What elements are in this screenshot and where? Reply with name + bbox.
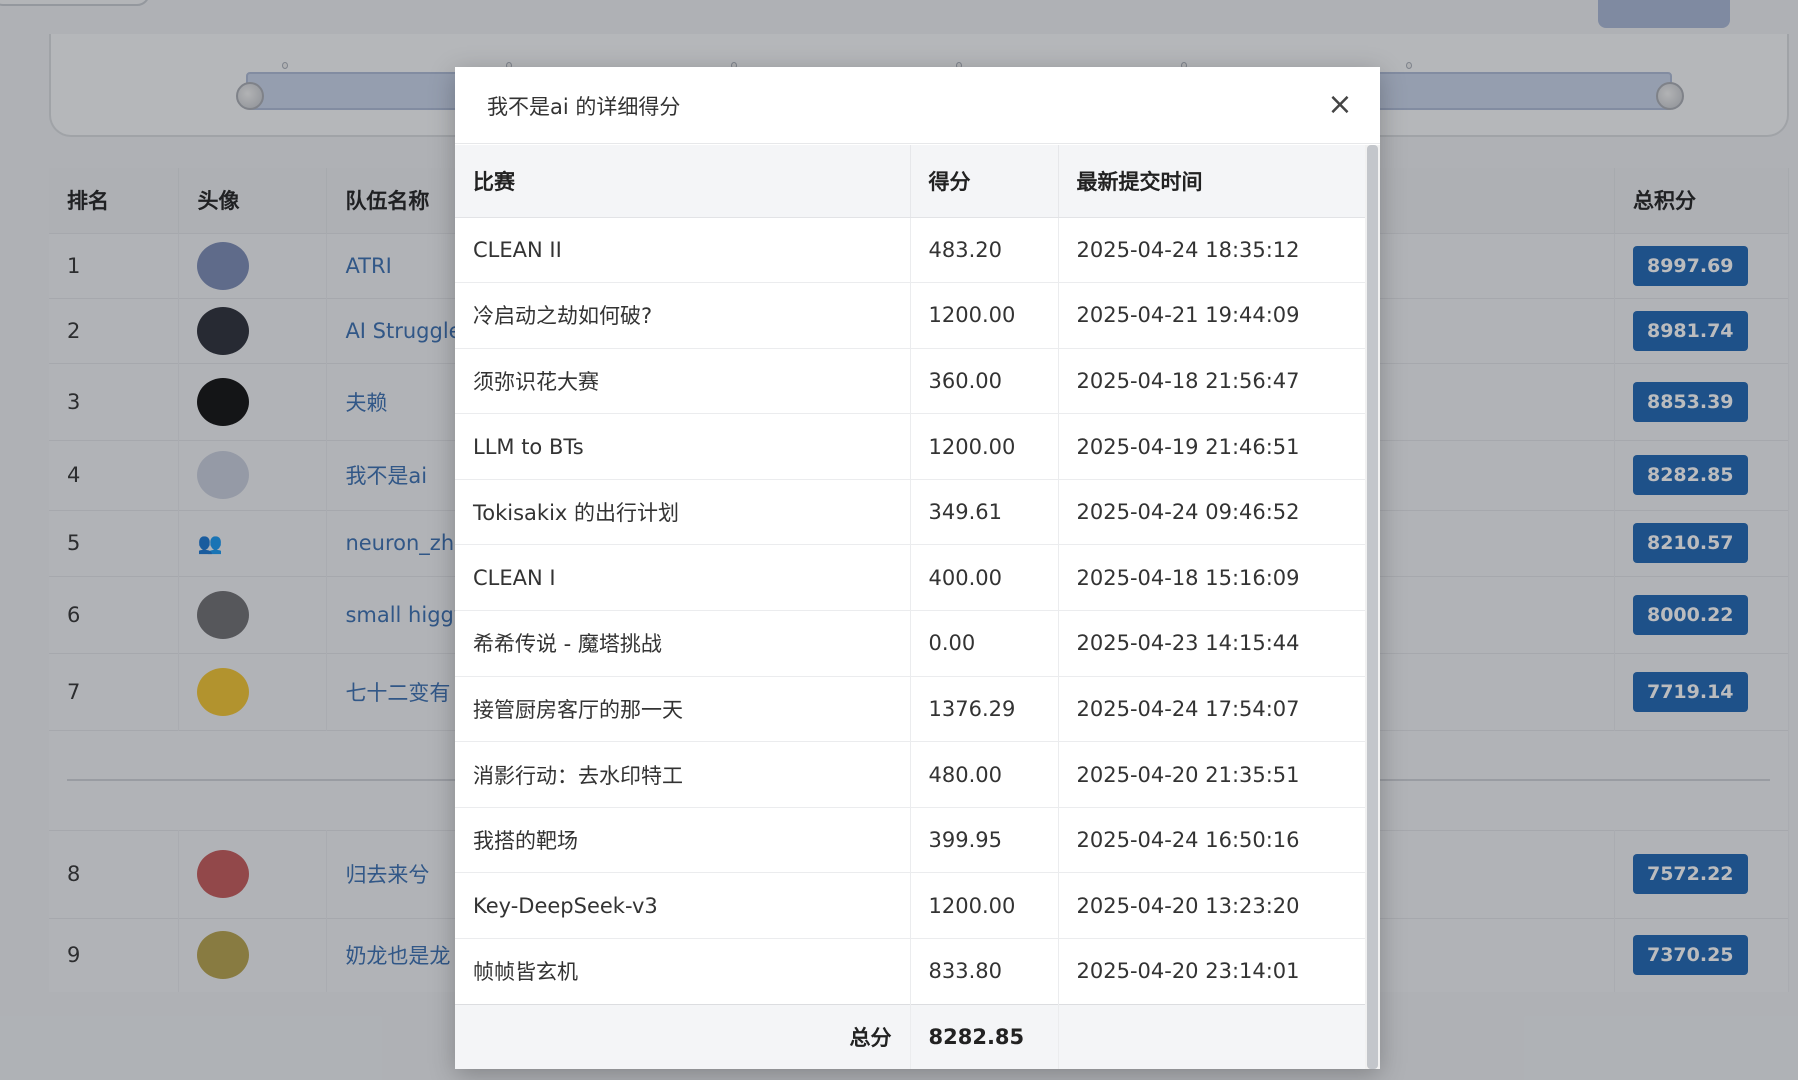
score-row: 接管厨房客厅的那一天 1376.29 2025-04-24 17:54:07 bbox=[455, 675, 1365, 742]
contest-score: 1200.00 bbox=[910, 872, 1059, 939]
modal-header: 我不是ai 的详细得分 × bbox=[455, 67, 1380, 144]
modal-scrollbar[interactable] bbox=[1365, 145, 1380, 1069]
contest-name: 我搭的靶场 bbox=[455, 806, 911, 873]
total-value: 8282.85 bbox=[910, 1003, 1059, 1069]
contest-name: 帧帧皆玄机 bbox=[455, 938, 911, 1005]
score-row: Key-DeepSeek-v3 1200.00 2025-04-20 13:23:2… bbox=[455, 872, 1365, 939]
col-latest-submit: 最新提交时间 bbox=[1058, 145, 1365, 218]
submit-time: 2025-04-19 21:46:51 bbox=[1058, 413, 1365, 480]
submit-time: 2025-04-24 16:50:16 bbox=[1058, 806, 1365, 873]
score-row: LLM to BTs 1200.00 2025-04-19 21:46:51 bbox=[455, 413, 1365, 480]
score-detail-table: 比赛 得分 最新提交时间 CLEAN II 483.20 2025-04-24 18… bbox=[455, 145, 1365, 1069]
submit-time: 2025-04-18 21:56:47 bbox=[1058, 347, 1365, 414]
contest-score: 483.20 bbox=[910, 216, 1059, 283]
contest-name: Key-DeepSeek-v3 bbox=[455, 872, 911, 939]
contest-name: Tokisakix 的出行计划 bbox=[455, 478, 911, 545]
contest-name: 希希传说 - 魔塔挑战 bbox=[455, 610, 911, 677]
score-row: 冷启动之劫如何破? 1200.00 2025-04-21 19:44:09 bbox=[455, 282, 1365, 349]
col-score: 得分 bbox=[910, 145, 1059, 218]
score-row: 我搭的靶场 399.95 2025-04-24 16:50:16 bbox=[455, 806, 1365, 873]
contest-name: 冷启动之劫如何破? bbox=[455, 282, 911, 349]
contest-score: 349.61 bbox=[910, 478, 1059, 545]
submit-time: 2025-04-20 23:14:01 bbox=[1058, 938, 1365, 1005]
contest-score: 0.00 bbox=[910, 610, 1059, 677]
contest-name: 消影行动：去水印特工 bbox=[455, 741, 911, 808]
score-row: Tokisakix 的出行计划 349.61 2025-04-24 09:46:52 bbox=[455, 478, 1365, 545]
total-label: 总分 bbox=[455, 1003, 911, 1069]
scrollbar-thumb[interactable] bbox=[1367, 145, 1378, 1069]
contest-name: CLEAN II bbox=[455, 216, 911, 283]
total-row: 总分 8282.85 bbox=[455, 1003, 1365, 1069]
submit-time: 2025-04-24 18:35:12 bbox=[1058, 216, 1365, 283]
score-row: 希希传说 - 魔塔挑战 0.00 2025-04-23 14:15:44 bbox=[455, 610, 1365, 677]
contest-score: 400.00 bbox=[910, 544, 1059, 611]
contest-name: CLEAN I bbox=[455, 544, 911, 611]
modal-body: 比赛 得分 最新提交时间 CLEAN II 483.20 2025-04-24 18… bbox=[455, 145, 1365, 1069]
submit-time: 2025-04-18 15:16:09 bbox=[1058, 544, 1365, 611]
contest-score: 1200.00 bbox=[910, 282, 1059, 349]
score-row: CLEAN I 400.00 2025-04-18 15:16:09 bbox=[455, 544, 1365, 611]
contest-score: 1200.00 bbox=[910, 413, 1059, 480]
col-contest: 比赛 bbox=[455, 145, 911, 218]
contest-score: 399.95 bbox=[910, 806, 1059, 873]
score-detail-modal: 我不是ai 的详细得分 × 比赛 得分 最新提交时间 CLEAN II 483.2… bbox=[455, 67, 1380, 1069]
submit-time: 2025-04-24 09:46:52 bbox=[1058, 478, 1365, 545]
submit-time: 2025-04-20 21:35:51 bbox=[1058, 741, 1365, 808]
submit-time: 2025-04-21 19:44:09 bbox=[1058, 282, 1365, 349]
contest-name: LLM to BTs bbox=[455, 413, 911, 480]
score-header-row: 比赛 得分 最新提交时间 bbox=[455, 145, 1365, 218]
contest-score: 480.00 bbox=[910, 741, 1059, 808]
contest-name: 须弥识花大赛 bbox=[455, 347, 911, 414]
submit-time: 2025-04-24 17:54:07 bbox=[1058, 675, 1365, 742]
contest-score: 833.80 bbox=[910, 938, 1059, 1005]
score-row: CLEAN II 483.20 2025-04-24 18:35:12 bbox=[455, 216, 1365, 283]
submit-time: 2025-04-23 14:15:44 bbox=[1058, 610, 1365, 677]
contest-score: 1376.29 bbox=[910, 675, 1059, 742]
score-row: 须弥识花大赛 360.00 2025-04-18 21:56:47 bbox=[455, 347, 1365, 414]
close-icon[interactable]: × bbox=[1320, 85, 1360, 125]
contest-name: 接管厨房客厅的那一天 bbox=[455, 675, 911, 742]
score-row: 消影行动：去水印特工 480.00 2025-04-20 21:35:51 bbox=[455, 741, 1365, 808]
submit-time: 2025-04-20 13:23:20 bbox=[1058, 872, 1365, 939]
score-row: 帧帧皆玄机 833.80 2025-04-20 23:14:01 bbox=[455, 938, 1365, 1005]
contest-score: 360.00 bbox=[910, 347, 1059, 414]
total-empty-cell bbox=[1058, 1003, 1365, 1069]
modal-title: 我不是ai 的详细得分 bbox=[487, 95, 681, 119]
